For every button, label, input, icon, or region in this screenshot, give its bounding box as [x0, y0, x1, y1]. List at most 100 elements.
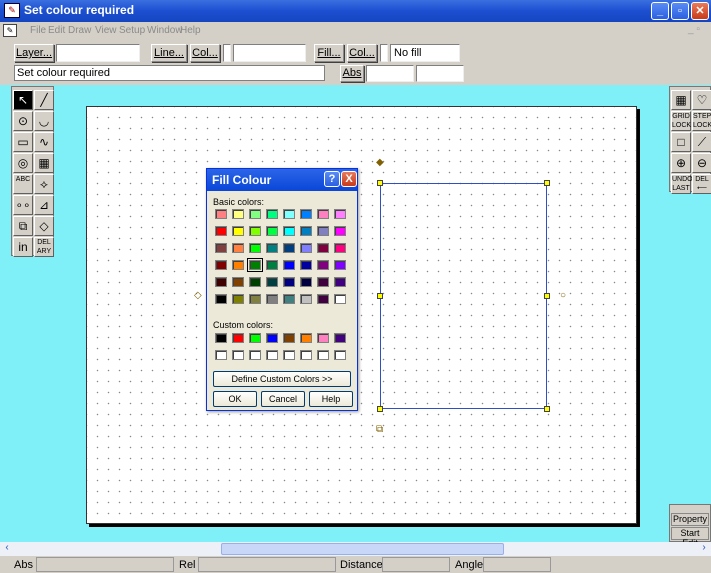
basic-color-swatch[interactable] [317, 209, 329, 219]
basic-color-swatch[interactable] [283, 294, 295, 304]
fill-button[interactable]: Fill... [314, 44, 344, 62]
fill-colour-button[interactable]: Col... [347, 44, 377, 62]
custom-color-swatch[interactable] [232, 350, 244, 360]
basic-color-swatch[interactable] [317, 260, 329, 270]
basic-color-swatch[interactable] [300, 243, 312, 253]
basic-color-swatch[interactable] [232, 226, 244, 236]
custom-color-swatch[interactable] [266, 333, 278, 343]
abs-button[interactable]: Abs [340, 65, 364, 82]
basic-color-swatch[interactable] [266, 209, 278, 219]
handle-mr[interactable] [544, 293, 550, 299]
layer-button[interactable]: Layer... [14, 44, 54, 62]
left-tool-0-0[interactable]: ↖ [13, 90, 33, 110]
basic-color-swatch[interactable] [317, 294, 329, 304]
custom-color-swatch[interactable] [283, 333, 295, 343]
left-tool-2-1[interactable]: ∿ [34, 132, 54, 152]
basic-color-swatch[interactable] [334, 243, 346, 253]
basic-color-swatch[interactable] [215, 243, 227, 253]
left-tool-4-0[interactable]: ABC [13, 174, 33, 194]
basic-color-swatch[interactable] [300, 226, 312, 236]
start-edit-button[interactable]: Start Edit [671, 527, 709, 548]
line-button[interactable]: Line... [151, 44, 187, 62]
basic-color-swatch[interactable] [249, 277, 261, 287]
basic-color-swatch[interactable] [247, 258, 263, 272]
basic-color-swatch[interactable] [215, 209, 227, 219]
abs-x-field[interactable] [366, 65, 414, 82]
basic-color-swatch[interactable] [283, 277, 295, 287]
menu-draw[interactable]: Draw [68, 25, 91, 36]
custom-color-swatch[interactable] [334, 333, 346, 343]
basic-color-swatch[interactable] [215, 294, 227, 304]
custom-color-swatch[interactable] [334, 350, 346, 360]
maximize-button[interactable]: ▫ [671, 2, 689, 20]
basic-color-swatch[interactable] [215, 226, 227, 236]
menu-setup[interactable]: Setup [119, 25, 145, 36]
layer-field[interactable] [56, 44, 140, 62]
basic-color-swatch[interactable] [334, 260, 346, 270]
close-button[interactable]: ✕ [691, 2, 709, 20]
right-tool-0-1[interactable]: ♡ [692, 90, 711, 110]
left-tool-1-0[interactable]: ⊙ [13, 111, 33, 131]
menu-help[interactable]: Help [180, 25, 201, 36]
basic-color-swatch[interactable] [300, 209, 312, 219]
right-tool-4-0[interactable]: UNDO LAST [671, 174, 693, 194]
left-tool-3-0[interactable]: ◎ [13, 153, 33, 173]
basic-color-swatch[interactable] [334, 209, 346, 219]
basic-color-swatch[interactable] [283, 243, 295, 253]
cancel-button[interactable]: Cancel [261, 391, 305, 407]
help-button[interactable]: Help [309, 391, 353, 407]
basic-color-swatch[interactable] [215, 277, 227, 287]
handle-tl[interactable] [377, 180, 383, 186]
basic-color-swatch[interactable] [266, 277, 278, 287]
horizontal-scrollbar[interactable]: ‹ › [0, 542, 711, 556]
basic-color-swatch[interactable] [334, 226, 346, 236]
custom-color-swatch[interactable] [215, 350, 227, 360]
right-tool-1-0[interactable]: GRID LOCK [671, 111, 691, 131]
menu-file[interactable]: File [30, 25, 46, 36]
right-tool-3-0[interactable]: ⊕ [671, 153, 691, 173]
basic-color-swatch[interactable] [232, 260, 244, 270]
basic-color-swatch[interactable] [232, 294, 244, 304]
scroll-right-icon[interactable]: › [697, 542, 711, 556]
basic-color-swatch[interactable] [266, 294, 278, 304]
scroll-left-icon[interactable]: ‹ [0, 542, 14, 556]
abs-y-field[interactable] [416, 65, 464, 82]
scroll-thumb[interactable] [221, 543, 504, 555]
custom-color-swatch[interactable] [300, 350, 312, 360]
basic-color-swatch[interactable] [283, 260, 295, 270]
basic-color-swatch[interactable] [266, 226, 278, 236]
custom-color-swatch[interactable] [232, 333, 244, 343]
basic-color-swatch[interactable] [317, 243, 329, 253]
menu-view[interactable]: View [95, 25, 117, 36]
custom-color-swatch[interactable] [283, 350, 295, 360]
basic-color-swatch[interactable] [266, 260, 278, 270]
basic-color-swatch[interactable] [266, 243, 278, 253]
minimize-button[interactable]: _ [651, 2, 669, 20]
line-colour-button[interactable]: Col... [190, 44, 220, 62]
ok-button[interactable]: OK [213, 391, 257, 407]
copy-handle-icon[interactable]: ⧉ [376, 424, 383, 435]
property-button[interactable]: Property [671, 513, 709, 526]
left-arrow-handle-icon[interactable]: ◇ [194, 290, 202, 301]
fill-value-field[interactable]: No fill [390, 44, 460, 62]
basic-color-swatch[interactable] [249, 243, 261, 253]
custom-color-swatch[interactable] [249, 350, 261, 360]
custom-color-swatch[interactable] [266, 350, 278, 360]
left-tool-3-1[interactable]: ▦ [34, 153, 54, 173]
handle-bl[interactable] [377, 406, 383, 412]
left-tool-0-1[interactable]: ╱ [34, 90, 54, 110]
basic-color-swatch[interactable] [334, 294, 346, 304]
custom-color-swatch[interactable] [249, 333, 261, 343]
define-custom-colors-button[interactable]: Define Custom Colors >> [213, 371, 351, 387]
basic-color-swatch[interactable] [283, 226, 295, 236]
menu-edit[interactable]: Edit [48, 25, 65, 36]
custom-color-swatch[interactable] [317, 350, 329, 360]
basic-color-swatch[interactable] [232, 243, 244, 253]
drawing-sheet[interactable] [86, 106, 637, 524]
right-tool-2-1[interactable]: ⟋ [692, 132, 711, 152]
basic-color-swatch[interactable] [215, 260, 227, 270]
mdi-controls[interactable]: _ ▫ [688, 24, 700, 35]
left-tool-5-1[interactable]: ⊿ [34, 195, 54, 215]
line-colour-field[interactable] [233, 44, 306, 62]
right-tool-0-0[interactable]: ▦ [671, 90, 691, 110]
